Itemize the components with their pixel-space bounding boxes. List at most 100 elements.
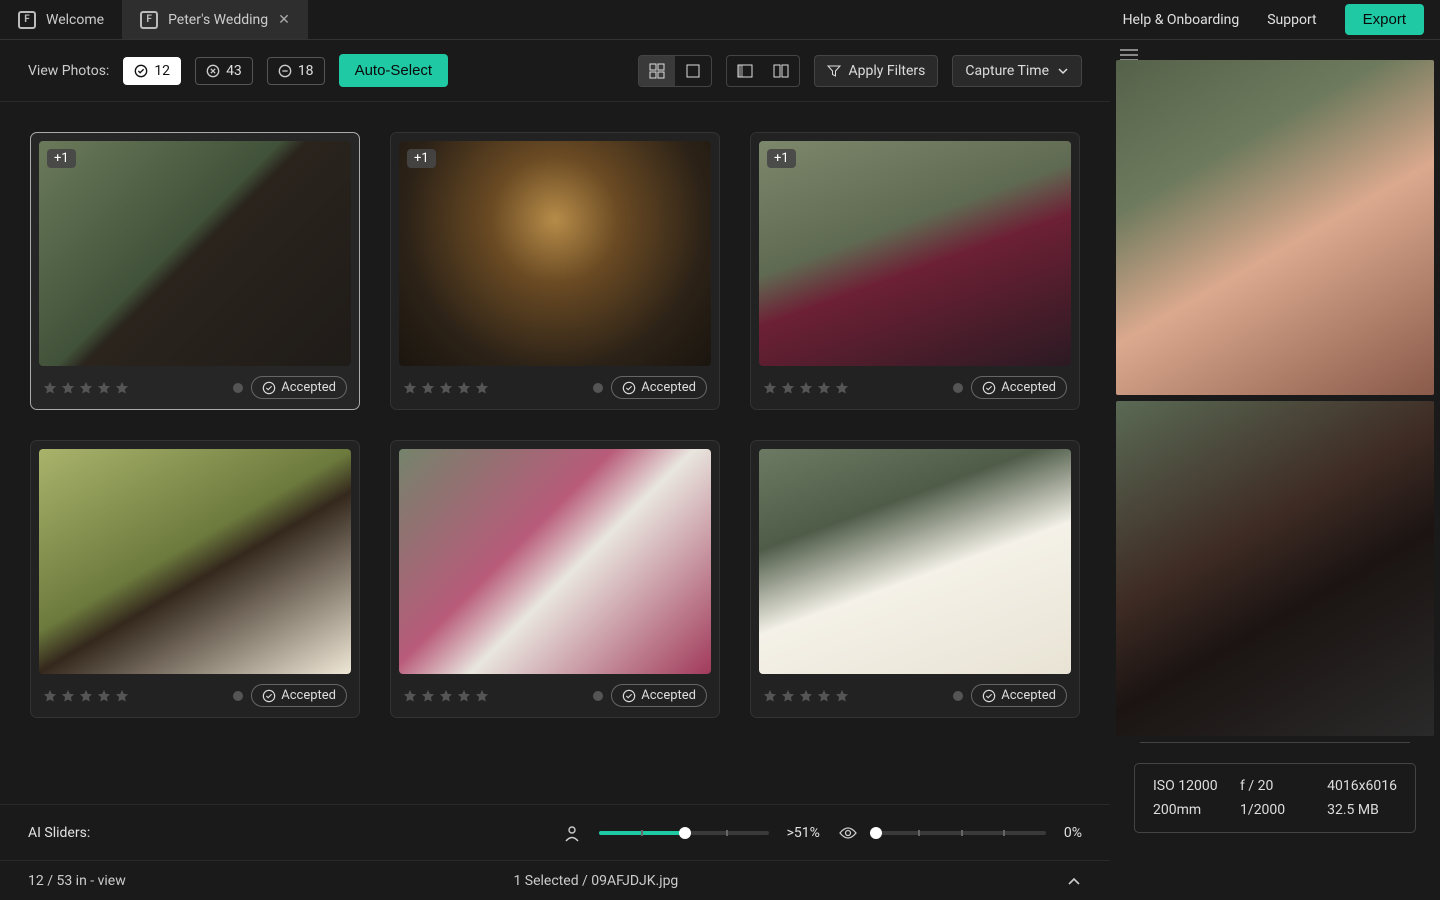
layout-toggle-grid <box>638 55 712 87</box>
star-icon <box>781 381 795 395</box>
eye-slider[interactable] <box>876 831 1046 835</box>
stack-badge: +1 <box>767 149 796 168</box>
apply-filters-button[interactable]: Apply Filters <box>814 55 939 87</box>
meta-size: 32.5 MB <box>1327 802 1397 818</box>
star-icon <box>115 381 129 395</box>
sort-dropdown[interactable]: Capture Time <box>952 55 1082 87</box>
star-icon <box>817 689 831 703</box>
photo-card[interactable]: Accepted <box>750 440 1080 718</box>
auto-select-button[interactable]: Auto-Select <box>339 54 449 87</box>
photo-grid-scroll[interactable]: +1 Accepted <box>0 102 1110 804</box>
help-link[interactable]: Help & Onboarding <box>1123 12 1240 28</box>
grid-icon <box>649 63 665 79</box>
photo-thumbnail[interactable] <box>759 449 1071 674</box>
color-label-dot[interactable] <box>593 691 603 701</box>
eye-icon <box>838 824 858 842</box>
tab-project[interactable]: F Peter's Wedding ✕ <box>122 0 308 39</box>
filter-count: 18 <box>298 63 314 79</box>
chevron-up-icon[interactable] <box>1066 873 1082 889</box>
color-label-dot[interactable] <box>953 383 963 393</box>
star-icon <box>763 689 777 703</box>
star-rating[interactable] <box>43 689 129 703</box>
photo-grid: +1 Accepted <box>30 132 1080 718</box>
star-icon <box>403 689 417 703</box>
status-pill[interactable]: Accepted <box>251 376 347 399</box>
status-pill[interactable]: Accepted <box>611 684 707 707</box>
tab-label: Peter's Wedding <box>168 12 268 28</box>
tab-welcome[interactable]: F Welcome <box>0 0 122 39</box>
support-link[interactable]: Support <box>1267 12 1316 28</box>
close-icon[interactable]: ✕ <box>278 12 290 28</box>
square-icon <box>685 63 701 79</box>
card-footer: Accepted <box>39 674 351 717</box>
color-label-dot[interactable] <box>593 383 603 393</box>
status-pill[interactable]: Accepted <box>971 376 1067 399</box>
star-rating[interactable] <box>43 381 129 395</box>
star-icon <box>475 689 489 703</box>
filter-pending-chip[interactable]: 18 <box>267 57 325 85</box>
view-photos-label: View Photos: <box>28 63 109 79</box>
grid-view-button[interactable] <box>639 56 675 86</box>
card-footer: Accepted <box>399 674 711 717</box>
photo-thumbnail[interactable]: +1 <box>759 141 1071 366</box>
top-right-links: Help & Onboarding Support Export <box>1123 0 1440 39</box>
photo-thumbnail[interactable]: +1 <box>399 141 711 366</box>
meta-dimensions: 4016x6016 <box>1327 778 1397 794</box>
photo-thumbnail[interactable] <box>39 449 351 674</box>
photo-card[interactable]: +1 Accepted <box>750 132 1080 410</box>
star-rating[interactable] <box>763 381 849 395</box>
split-half-icon <box>773 63 789 79</box>
status-bar: 12 / 53 in - view 1 Selected / 09AFJDJK.… <box>0 860 1110 900</box>
export-button[interactable]: Export <box>1345 4 1424 35</box>
status-pill[interactable]: Accepted <box>251 684 347 707</box>
photo-card[interactable]: Accepted <box>390 440 720 718</box>
status-pill[interactable]: Accepted <box>611 376 707 399</box>
filter-rejected-chip[interactable]: 43 <box>195 57 253 85</box>
star-icon <box>403 381 417 395</box>
card-footer: Accepted <box>759 674 1071 717</box>
star-icon <box>835 381 849 395</box>
color-label-dot[interactable] <box>233 691 243 701</box>
panel-menu[interactable] <box>1110 40 1440 60</box>
check-circle-icon <box>262 689 276 703</box>
photo-card[interactable]: +1 Accepted <box>390 132 720 410</box>
status-pill[interactable]: Accepted <box>971 684 1067 707</box>
star-rating[interactable] <box>403 689 489 703</box>
compare-left-button[interactable] <box>727 56 763 86</box>
filter-count: 43 <box>226 63 242 79</box>
star-rating[interactable] <box>403 381 489 395</box>
single-view-button[interactable] <box>675 56 711 86</box>
star-icon <box>817 381 831 395</box>
star-icon <box>43 689 57 703</box>
person-icon <box>563 824 581 842</box>
check-circle-icon <box>134 64 148 78</box>
filter-accepted-chip[interactable]: 12 <box>123 57 181 85</box>
detail-panel: ISO 12000 f / 20 4016x6016 200mm 1/2000 … <box>1110 40 1440 900</box>
photo-card[interactable]: Accepted <box>30 440 360 718</box>
face-quality-slider[interactable] <box>599 831 769 835</box>
in-view-count: 12 / 53 in - view <box>28 873 126 889</box>
star-icon <box>763 381 777 395</box>
apply-filters-label: Apply Filters <box>849 63 926 79</box>
color-label-dot[interactable] <box>953 691 963 701</box>
star-icon <box>43 381 57 395</box>
tab-label: Welcome <box>46 12 104 28</box>
preview-image-bottom[interactable] <box>1116 401 1434 736</box>
photo-card[interactable]: +1 Accepted <box>30 132 360 410</box>
color-label-dot[interactable] <box>233 383 243 393</box>
ai-slider-bar: AI Sliders: >51% 0% <box>0 804 1110 860</box>
metadata-box: ISO 12000 f / 20 4016x6016 200mm 1/2000 … <box>1134 763 1416 833</box>
compare-split-button[interactable] <box>763 56 799 86</box>
photo-thumbnail[interactable] <box>399 449 711 674</box>
preview-image-top[interactable] <box>1116 60 1434 395</box>
photo-thumbnail[interactable]: +1 <box>39 141 351 366</box>
slider-value: >51% <box>787 825 820 841</box>
minus-circle-icon <box>278 64 292 78</box>
star-icon <box>61 689 75 703</box>
status-label: Accepted <box>281 688 336 703</box>
star-icon <box>79 381 93 395</box>
status-label: Accepted <box>1001 380 1056 395</box>
filter-count: 12 <box>154 63 170 79</box>
stack-badge: +1 <box>407 149 436 168</box>
star-rating[interactable] <box>763 689 849 703</box>
